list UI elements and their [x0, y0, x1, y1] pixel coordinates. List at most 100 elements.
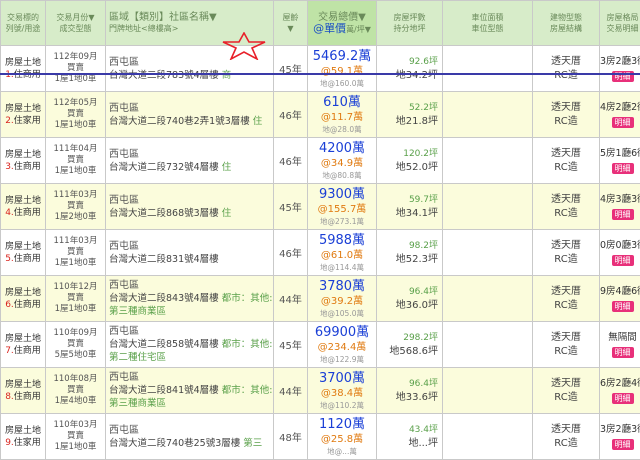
- cell-age: 48年: [274, 414, 308, 460]
- district: 西屯區: [109, 102, 273, 115]
- table-row[interactable]: 房屋土地8.住商用110年08月買賣1屋4地0車西屯區台灣大道二段841號4層樓…: [1, 368, 640, 414]
- building-structure: RC造: [554, 300, 577, 311]
- cell-building: 透天厝RC造: [533, 322, 600, 368]
- deal-type: 買賣: [67, 293, 84, 303]
- detail-button[interactable]: 明細: [612, 209, 634, 220]
- address-line: 台灣大道二段831號4層樓: [109, 253, 274, 266]
- address-line: 台灣大道二段868號3層樓 住: [109, 207, 274, 220]
- cell-area: 298.2坪地568.6坪: [377, 322, 443, 368]
- col-date[interactable]: 交易月份▼成交型態: [46, 1, 106, 46]
- layout-value: 無隔間: [608, 332, 637, 343]
- layout-value: 6房2廳4衛: [600, 378, 640, 389]
- row-number: 9.: [5, 438, 14, 448]
- use-label: 住家用: [14, 438, 41, 448]
- layout-value: 9房4廳6衛: [600, 286, 640, 297]
- highlight-line: [0, 73, 640, 75]
- detail-button[interactable]: 明細: [612, 393, 634, 404]
- cell-date: 110年09月買賣5屋5地0車: [46, 322, 106, 368]
- house-ping: 120.2坪: [377, 147, 438, 161]
- cell-layout: 9房4廳6衛明細: [600, 276, 640, 322]
- cell-building: 透天厝RC造: [533, 368, 600, 414]
- cell-layout: 6房2廳4衛明細: [600, 368, 640, 414]
- cell-layout: 4房3廳3衛明細: [600, 184, 640, 230]
- cell-building: 透天厝RC造: [533, 46, 600, 92]
- building-structure: RC造: [554, 208, 577, 219]
- detail-button[interactable]: 明細: [612, 439, 634, 450]
- detail-button[interactable]: 明細: [612, 117, 634, 128]
- cell-price: 4200萬@34.9萬地@80.8萬: [308, 138, 377, 184]
- type-label: 房屋土地: [5, 150, 41, 160]
- table-body: 房屋土地1.住商用112年09月買賣1屋1地0車西屯區台灣大道二段783號4層樓…: [1, 46, 640, 460]
- cell-layout: 3房2廳3衛明細: [600, 414, 640, 460]
- unit-price: @11.7萬: [308, 110, 376, 125]
- detail-button[interactable]: 明細: [612, 347, 634, 358]
- building-type: 透天厝: [551, 102, 581, 113]
- building-structure: RC造: [554, 392, 577, 403]
- table-row[interactable]: 房屋土地4.住商用111年03月買賣1屋2地0車西屯區台灣大道二段868號3層樓…: [1, 184, 640, 230]
- age-value: 46年: [279, 249, 302, 260]
- cell-date: 110年03月買賣1屋1地0車: [46, 414, 106, 460]
- detail-button[interactable]: 明細: [612, 163, 634, 174]
- cell-age: 45年: [274, 184, 308, 230]
- total-price: 69900萬: [308, 325, 376, 340]
- land-price: 地@110.2萬: [308, 401, 376, 410]
- table-row[interactable]: 房屋土地6.住商用110年12月買賣1屋1地0車西屯區台灣大道二段843號4層樓…: [1, 276, 640, 322]
- total-price: 1120萬: [308, 417, 376, 432]
- table-row[interactable]: 房屋土地5.住商用111年03月買賣1屋1地0車西屯區台灣大道二段831號4層樓…: [1, 230, 640, 276]
- cell-building: 透天厝 RC造: [533, 184, 600, 230]
- cell-type: 房屋土地6.住商用: [1, 276, 46, 322]
- cell-type: 房屋土地1.住商用: [1, 46, 46, 92]
- cell-date: 111年03月買賣1屋1地0車: [46, 230, 106, 276]
- deal-units: 1屋1地0車: [55, 258, 97, 268]
- cell-date: 112年05月買賣1屋1地0車: [46, 92, 106, 138]
- address-text: 台灣大道二段732號4層樓: [109, 162, 219, 173]
- col-price[interactable]: 交易總價▼@單價萬/坪▼: [308, 1, 377, 46]
- deal-units: 1屋1地0車: [55, 304, 97, 314]
- cell-price: 5469.2萬@59.1萬地@160.0萬: [308, 46, 377, 92]
- table-row[interactable]: 房屋土地2.住家用112年05月買賣1屋1地0車西屯區台灣大道二段740巷2弄1…: [1, 92, 640, 138]
- table-row[interactable]: 房屋土地7.住商用110年09月買賣5屋5地0車西屯區台灣大道二段858號4層樓…: [1, 322, 640, 368]
- cell-area: 52.2坪地21.8坪: [377, 92, 443, 138]
- zone-label: 第三: [243, 438, 262, 449]
- address-text: 台灣大道二段868號3層樓: [109, 208, 219, 219]
- type-label: 房屋土地: [5, 380, 41, 390]
- col-layout[interactable]: 房屋格局交易明細: [600, 1, 640, 46]
- layout-value: 4房2廳2衛: [600, 102, 640, 113]
- total-price: 5469.2萬: [308, 49, 376, 64]
- col-type[interactable]: 交易標的列號/用途: [1, 1, 46, 46]
- col-age[interactable]: 屋齡▼: [274, 1, 308, 46]
- deal-date: 111年04月: [53, 144, 97, 154]
- address-line: 台灣大道二段783號4層樓 商: [109, 69, 274, 82]
- building-type: 透天厝: [551, 424, 581, 435]
- table-row[interactable]: 房屋土地3.住商用111年04月買賣1屋1地0車西屯區台灣大道二段732號4層樓…: [1, 138, 640, 184]
- land-price: 地@114.4萬: [308, 263, 376, 272]
- land-price: 地@...萬: [308, 447, 376, 456]
- col-building[interactable]: 建物型態房屋結構: [533, 1, 600, 46]
- cell-address: 西屯區台灣大道二段843號4層樓 都市：其他:第三種商業區: [106, 276, 274, 322]
- building-type: 透天厝: [551, 194, 581, 205]
- age-value: 46年: [279, 111, 302, 122]
- land-ping: 地52.0坪: [377, 161, 438, 175]
- cell-area: 43.4坪地...坪: [377, 414, 443, 460]
- address-line: 台灣大道二段858號4層樓 都市：其他:第二種住宅區: [109, 338, 274, 364]
- deal-type: 買賣: [67, 63, 84, 73]
- cell-building: 透天厝RC造: [533, 92, 600, 138]
- house-ping: 92.6坪: [377, 55, 438, 69]
- land-price: 地@28.0萬: [308, 125, 376, 134]
- land-ping: 地568.6坪: [377, 345, 438, 359]
- col-parking[interactable]: 車位面積車位型態: [443, 1, 533, 46]
- row-number: 8.: [5, 392, 14, 402]
- district: 西屯區: [109, 371, 273, 384]
- type-label: 房屋土地: [5, 196, 41, 206]
- col-area[interactable]: 房屋坪數持分地坪: [377, 1, 443, 46]
- deal-units: 1屋4地0車: [55, 396, 97, 406]
- total-price: 3700萬: [308, 371, 376, 386]
- zone-label: 住: [253, 116, 263, 127]
- detail-button[interactable]: 明細: [612, 255, 634, 266]
- detail-button[interactable]: 明細: [612, 301, 634, 312]
- table-row[interactable]: 房屋土地9.住家用110年03月買賣1屋1地0車西屯區台灣大道二段740巷25號…: [1, 414, 640, 460]
- cell-type: 房屋土地5.住商用: [1, 230, 46, 276]
- deal-date: 110年03月: [53, 420, 97, 430]
- cell-parking: [443, 322, 533, 368]
- table-row[interactable]: 房屋土地1.住商用112年09月買賣1屋1地0車西屯區台灣大道二段783號4層樓…: [1, 46, 640, 92]
